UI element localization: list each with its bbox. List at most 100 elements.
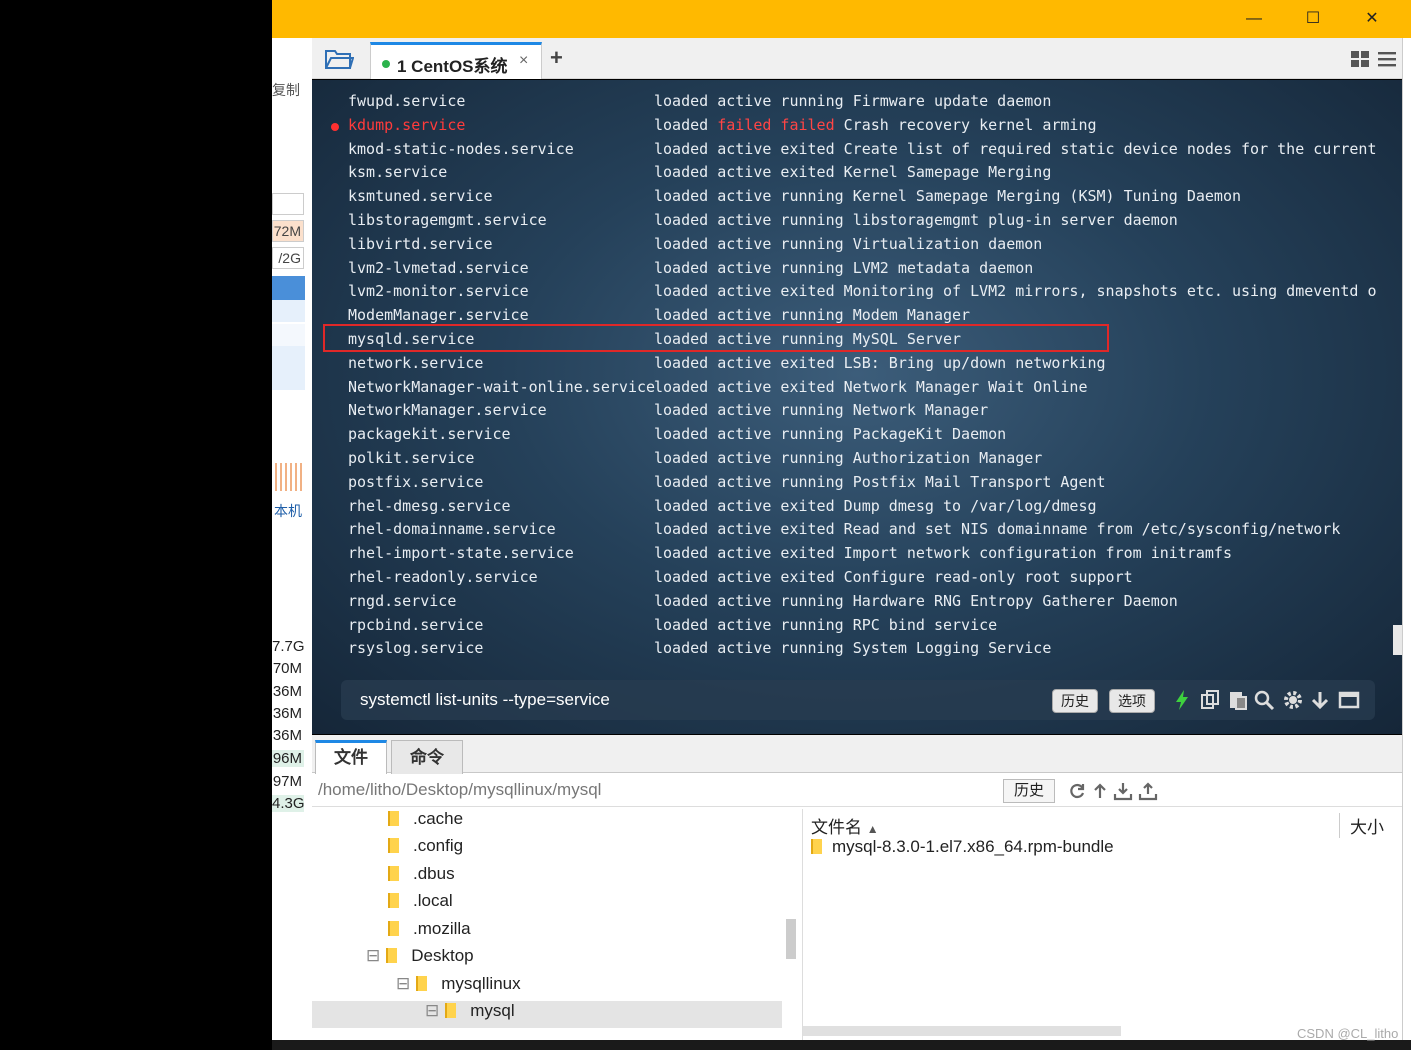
tree-scrollbar[interactable]	[786, 919, 796, 959]
service-load-state: loaded	[654, 115, 718, 134]
service-state: loaded active exited	[654, 544, 835, 563]
tab-commands[interactable]: 命令	[391, 740, 463, 774]
grid-layout-icon[interactable]	[1350, 50, 1370, 68]
tree-item[interactable]: .mozilla	[388, 919, 471, 946]
service-status: loaded active running LVM2 metadata daem…	[654, 257, 1033, 281]
tree-item[interactable]: .local	[388, 891, 453, 918]
bg-usage-graph	[275, 463, 303, 491]
collapse-icon[interactable]: ⊟	[366, 946, 380, 965]
watermark: CSDN @CL_litho	[1297, 1026, 1399, 1041]
service-unit-name: fwupd.service	[348, 92, 466, 110]
service-state: loaded active running	[654, 258, 844, 277]
terminal-scrollbar[interactable]	[1393, 625, 1402, 655]
command-input[interactable]: systemctl list-units --type=service	[360, 690, 610, 710]
upload-icon[interactable]	[1138, 781, 1158, 801]
folder-icon	[445, 1003, 457, 1018]
service-state: loaded active exited	[654, 282, 835, 301]
tree-item-label: Desktop	[411, 946, 474, 965]
session-tab-strip: 1 CentOS系统 × +	[312, 38, 1402, 79]
tab-close-icon[interactable]: ×	[519, 52, 528, 70]
bg-row[interactable]	[272, 346, 305, 368]
service-status: loaded active exited Kernel Samepage Mer…	[654, 161, 1051, 185]
service-state: loaded active running	[654, 472, 844, 491]
arrow-down-icon[interactable]	[1309, 689, 1331, 711]
tree-item[interactable]: ⊟ Desktop	[366, 946, 474, 973]
options-button[interactable]: 选项	[1109, 689, 1155, 713]
maximize-panel-icon[interactable]	[1338, 689, 1360, 711]
file-list-scrollbar[interactable]	[803, 1026, 1121, 1036]
service-status: loaded active exited Import network conf…	[654, 542, 1232, 566]
download-icon[interactable]	[1113, 781, 1133, 801]
bg-mem-value: 7.7G	[272, 638, 305, 655]
open-folder-icon[interactable]	[324, 46, 354, 72]
service-state: loaded active running	[654, 591, 844, 610]
service-description: Modem Manager	[852, 306, 971, 325]
refresh-icon[interactable]	[1067, 781, 1087, 801]
window-titlebar[interactable]: — ☐ ✕	[272, 0, 1411, 38]
path-input[interactable]: /home/litho/Desktop/mysqllinux/mysql	[318, 780, 601, 800]
bg-row[interactable]	[272, 324, 305, 346]
service-unit-name: NetworkManager-wait-online.service	[348, 377, 656, 396]
tab-centos[interactable]: 1 CentOS系统 ×	[370, 42, 542, 79]
service-unit-name: rhel-readonly.service	[348, 567, 538, 586]
folder-icon	[388, 838, 399, 853]
menu-icon[interactable]	[1377, 50, 1397, 68]
tree-item-label: mysql	[470, 1001, 515, 1020]
terminal-view[interactable]: fwupd.service loaded active running Firmw…	[312, 80, 1402, 734]
paste-icon[interactable]	[1227, 689, 1249, 711]
copy-label[interactable]: 复制	[272, 80, 300, 100]
bg-row[interactable]	[272, 300, 305, 322]
service-description: Virtualization daemon	[852, 234, 1043, 253]
service-state: loaded active exited	[654, 567, 835, 586]
history-button[interactable]: 历史	[1052, 689, 1098, 713]
service-state: loaded active exited	[654, 353, 835, 372]
copy-icon[interactable]	[1199, 689, 1221, 711]
bottom-panel: 文件 命令 /home/litho/Desktop/mysqllinux/mys…	[312, 735, 1402, 1040]
tree-item[interactable]: .cache	[388, 809, 463, 836]
tree-item[interactable]: .config	[388, 836, 463, 863]
column-header-name-label: 文件名	[811, 818, 862, 837]
screen-root: 复制 72M /2G 本机 7.7G 70M 36M 36M 36M 96M 9…	[0, 0, 1411, 1050]
folder-icon	[388, 866, 399, 881]
new-tab-button[interactable]: +	[550, 45, 563, 71]
service-unit-name: rhel-dmesg.service	[348, 496, 511, 515]
command-bar: systemctl list-units --type=service 历史 选…	[341, 680, 1375, 720]
lightning-icon[interactable]	[1171, 689, 1193, 711]
path-history-button[interactable]: 历史	[1003, 779, 1056, 803]
close-button[interactable]: ✕	[1352, 6, 1392, 32]
service-description: Read and set NIS domainname from /etc/sy…	[843, 520, 1341, 539]
service-unit-name: rhel-import-state.service	[348, 544, 574, 563]
file-row[interactable]: mysql-8.3.0-1.el7.x86_64.rpm-bundle	[811, 837, 1114, 857]
service-status: loaded active running Authorization Mana…	[654, 447, 1042, 471]
service-state: loaded active running	[654, 425, 844, 444]
service-unit-name: rpcbind.service	[348, 615, 484, 634]
service-description: LSB: Bring up/down networking	[843, 353, 1106, 372]
bg-selected-row[interactable]	[272, 276, 305, 300]
service-description: PackageKit Daemon	[852, 425, 1007, 444]
service-status: loaded active running Hardware RNG Entro…	[654, 590, 1178, 614]
tree-item[interactable]: .dbus	[388, 864, 455, 891]
bg-row[interactable]	[272, 368, 305, 390]
tab-files[interactable]: 文件	[315, 740, 387, 774]
directory-tree: .cache .config .dbus .local .mozilla ⊟ De…	[312, 809, 798, 1040]
maximize-button[interactable]: ☐	[1293, 6, 1333, 32]
service-description: Kernel Samepage Merging	[843, 163, 1052, 182]
folder-icon	[388, 893, 399, 908]
minimize-button[interactable]: —	[1234, 6, 1274, 32]
file-name: mysql-8.3.0-1.el7.x86_64.rpm-bundle	[832, 837, 1114, 856]
right-background-window	[1402, 38, 1411, 1050]
column-header-size[interactable]: 大小	[1339, 813, 1384, 838]
background-app-panel: 复制 72M /2G 本机 7.7G 70M 36M 36M 36M 96M 9…	[272, 38, 312, 1040]
column-header-name[interactable]: 文件名 ▲	[811, 813, 879, 838]
collapse-icon[interactable]: ⊟	[396, 974, 410, 993]
tree-item[interactable]: ⊟ mysqllinux	[396, 974, 521, 1001]
tree-item-selected[interactable]: ⊟ mysql	[312, 1001, 782, 1028]
collapse-icon[interactable]: ⊟	[425, 1001, 439, 1020]
parent-dir-icon[interactable]	[1090, 781, 1110, 801]
search-icon[interactable]	[1253, 689, 1275, 711]
bg-mem-value: 97M	[272, 773, 302, 790]
tab-label: 1 CentOS系统	[397, 57, 508, 76]
gear-icon[interactable]	[1282, 689, 1304, 711]
tree-item-label: mysqllinux	[441, 974, 521, 993]
service-unit-name: rngd.service	[348, 591, 457, 610]
